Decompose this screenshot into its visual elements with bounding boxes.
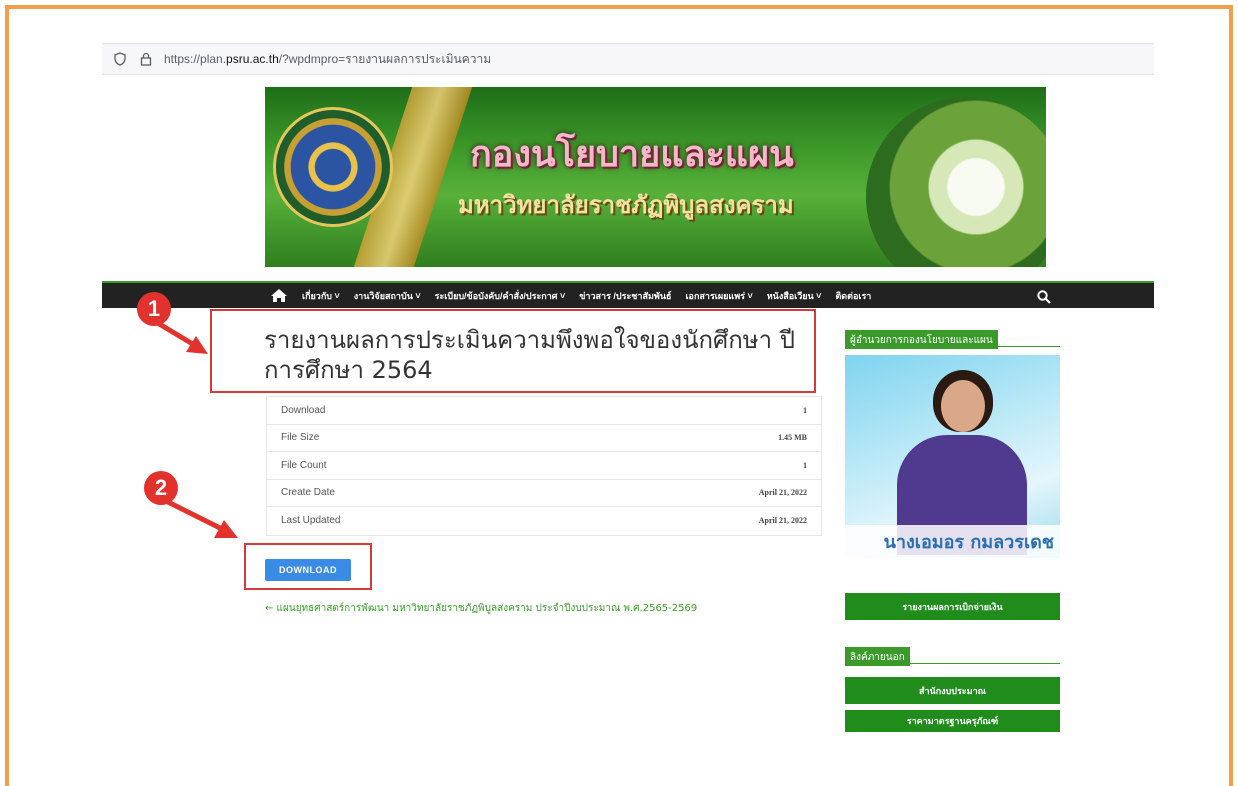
page-title: รายงานผลการประเมินความพึงพอใจของนักศึกษา… (264, 326, 795, 384)
row-value: 1.45 MB (778, 433, 807, 443)
row-label: File Count (281, 459, 327, 471)
director-photo: นางเอมอร กมลวรเดช (845, 355, 1060, 558)
row-value: April 21, 2022 (758, 516, 807, 526)
row-label: File Size (281, 432, 320, 444)
lock-icon[interactable] (138, 51, 154, 67)
nav-item-publications[interactable]: เอกสารเผยแพร่ ˅ (685, 289, 752, 303)
arrow-2-icon (161, 497, 238, 538)
row-value: April 21, 2022 (758, 488, 807, 498)
director-heading-label: ผู้อำนวยการกองนโยบายและแผน (845, 330, 998, 349)
browser-url-bar[interactable]: https://plan.psru.ac.th/?wpdmpro=รายงานผ… (102, 43, 1154, 75)
home-icon[interactable] (270, 289, 288, 303)
banner-title: กองนโยบายและแผน (470, 134, 794, 174)
url-text[interactable]: https://plan.psru.ac.th/?wpdmpro=รายงานผ… (164, 50, 491, 69)
sidebar-heading-director: ผู้อำนวยการกองนโยบายและแผน (845, 328, 1060, 349)
report-disbursement-button[interactable]: รายงานผลการเบิกจ่ายเงิน (845, 593, 1060, 620)
table-row: File Count 1 (267, 452, 821, 480)
photo-face (941, 380, 985, 432)
nav-item-about[interactable]: เกี่ยวกับ ˅ (302, 289, 340, 303)
nav-item-circulars[interactable]: หนังสือเวียน ˅ (767, 289, 822, 303)
url-path: /?wpdmpro=รายงานผลการประเมินความ (278, 51, 492, 66)
banner-subtitle: มหาวิทยาลัยราชภัฏพิบูลสงคราม (458, 193, 794, 219)
shield-icon[interactable] (112, 51, 128, 67)
row-value: 1 (803, 405, 807, 415)
nav-item-research[interactable]: งานวิจัยสถาบัน ˅ (354, 289, 421, 303)
table-row: Download 1 (267, 397, 821, 425)
url-domain: psru.ac.th (226, 51, 279, 66)
row-value: 1 (803, 460, 807, 470)
nav-item-contact[interactable]: ติดต่อเรา (835, 289, 871, 303)
links-heading-label: ลิงค์ภายนอก (845, 647, 910, 666)
table-row: Create Date April 21, 2022 (267, 480, 821, 507)
table-row: Last Updated April 21, 2022 (267, 507, 821, 535)
link-equipment-price-button[interactable]: ราคามาตรฐานครุภัณฑ์ (845, 710, 1060, 732)
arrow-1-icon (153, 319, 208, 354)
nav-item-regulations[interactable]: ระเบียบ/ข้อบังคับ/คำสั่ง/ประกาศ ˅ (435, 289, 566, 303)
sidebar-heading-links: ลิงค์ภายนอก (845, 645, 1060, 666)
site-banner[interactable]: กองนโยบายและแผน มหาวิทยาลัยราชภัฏพิบูลสง… (265, 87, 1046, 267)
row-label: Create Date (281, 487, 335, 499)
row-label: Last Updated (281, 515, 341, 527)
director-caption: นางเอมอร กมลวรเดช (845, 525, 1060, 558)
university-seal-logo (273, 107, 393, 227)
url-prefix: https://plan. (164, 51, 227, 66)
file-info-table: Download 1 File Size 1.45 MB File Count 1 C… (266, 396, 822, 536)
row-label: Download (281, 404, 326, 416)
nav-item-news[interactable]: ข่าวสาร /ประชาสัมพันธ์ (579, 289, 671, 303)
link-budget-bureau-button[interactable]: สำนักงบประมาณ (845, 677, 1060, 704)
main-nav: เกี่ยวกับ ˅ งานวิจัยสถาบัน ˅ ระเบียบ/ข้อ… (102, 281, 1154, 308)
previous-post-link[interactable]: ← แผนยุทธศาสตร์การพัฒนา มหาวิทยาลัยราชภั… (265, 601, 697, 616)
table-row: File Size 1.45 MB (267, 425, 821, 452)
search-icon[interactable] (1037, 289, 1051, 304)
director-name: นางเอมอร กมลวรเดช (883, 532, 1054, 553)
download-button[interactable]: DOWNLOAD (265, 559, 351, 581)
banner-flower-image (866, 97, 1046, 267)
